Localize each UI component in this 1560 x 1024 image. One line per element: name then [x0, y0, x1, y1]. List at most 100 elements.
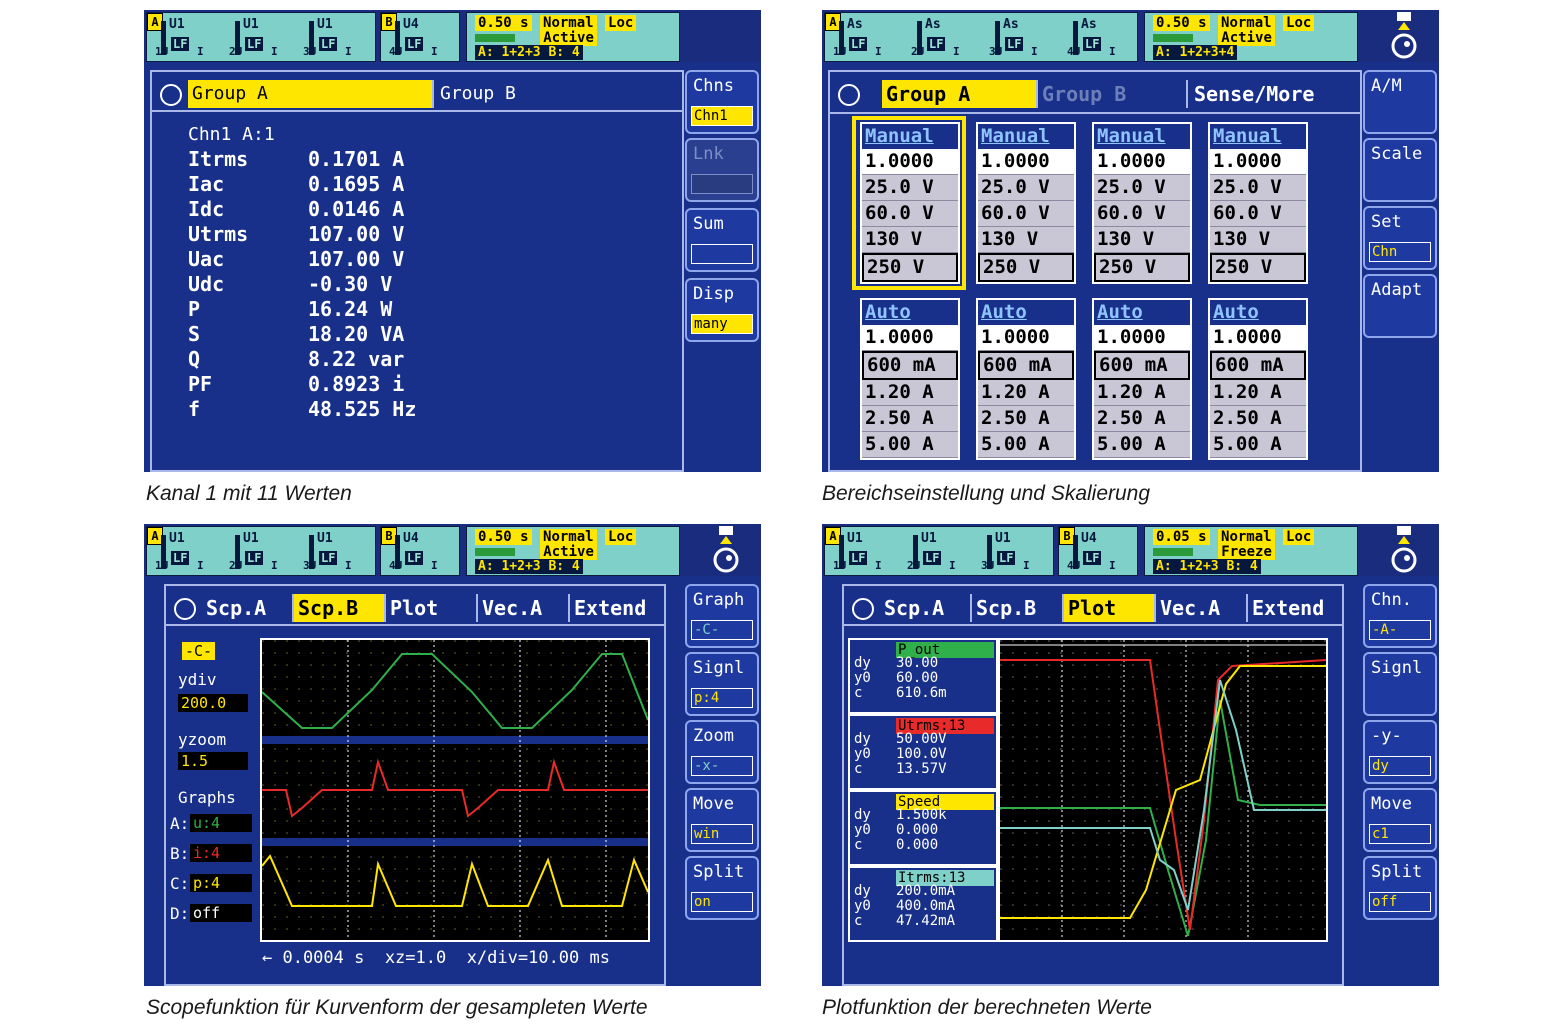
group-a-status: A As LF 1U I As LF 2U I As LF 3U I As LF 4U I [824, 12, 1138, 62]
tab-group-a[interactable]: Group A [882, 80, 1038, 108]
current-range-column[interactable]: Auto 1.0000 600 mA 1.20 A 2.50 A 5.00 A [860, 298, 960, 460]
graph-a-label: A: [170, 814, 190, 833]
chns-softkey[interactable]: Chns Chn1 [685, 70, 759, 134]
split-softkey[interactable]: Split on [685, 856, 759, 920]
tab-scp-b[interactable]: Scp.B [972, 594, 1064, 622]
tab-sense-more[interactable]: Sense/More [1190, 80, 1358, 108]
value-row: Utrms 107.00 V [188, 222, 405, 246]
channel-status: As LF 4U I [1067, 17, 1116, 58]
move-softkey[interactable]: Move win [685, 788, 759, 852]
chn-softkey[interactable]: Chn. -A- [1363, 584, 1437, 648]
tab-group-b[interactable]: Group B [436, 80, 680, 108]
panel-plot: A U1 LF 1U I U1 LF 2U I U1 LF 3U I B U4 LF 4U I 0.05… [822, 524, 1439, 986]
panel-range-settings: A As LF 1U I As LF 2U I As LF 3U I As LF 4U I 0.50 s… [822, 10, 1439, 472]
series-info[interactable]: P_out dy y0 c 30.00 60.00 610.6m [848, 638, 998, 714]
value-row: PF 0.8923 i [188, 372, 405, 396]
main-area: Scp.A Scp.B Plot Vec.A Extend -C- ydiv 2… [164, 584, 666, 986]
move-softkey[interactable]: Move c1 [1363, 788, 1437, 852]
sum-softkey[interactable]: Sum [685, 208, 759, 272]
caption-2: Bereichseinstellung und Skalierung [822, 482, 1151, 505]
graph-c-label: C: [170, 874, 190, 893]
channel-status: U1 LF 3U I [981, 531, 1030, 572]
channel-header: Chn1 A:1 [188, 124, 275, 145]
value-row: Q 8.22 var [188, 347, 405, 371]
channel-status: U4 LF 4U I [389, 17, 438, 58]
caption-1: Kanal 1 mit 11 Werten [146, 482, 352, 505]
graph-a-signal[interactable]: u:4 [190, 814, 252, 832]
lnk-softkey[interactable]: Lnk [685, 138, 759, 202]
disp-softkey[interactable]: Disp many [685, 278, 759, 342]
channel-status: U4 LF 4U I [1067, 531, 1116, 572]
tab-plot[interactable]: Plot [386, 594, 478, 622]
channel-status: U1 LF 3U I [303, 531, 352, 572]
channel-status: U1 LF 2U I [907, 531, 956, 572]
am-softkey[interactable]: A/M [1363, 70, 1437, 134]
channel-status: U1 LF 1U I [833, 531, 882, 572]
channel-status: U4 LF 4U I [389, 531, 438, 572]
y-softkey[interactable]: -y-dy [1363, 720, 1437, 784]
plot-display[interactable] [998, 638, 1328, 942]
tab-scp-a[interactable]: Scp.A [202, 594, 294, 622]
voltage-range-column[interactable]: Manual 1.0000 25.0 V 60.0 V 130 V 250 V [860, 122, 960, 284]
tab-vec-a[interactable]: Vec.A [1156, 594, 1248, 622]
channel-status: U1 LF 1U I [155, 531, 204, 572]
graph-b-label: B: [170, 844, 190, 863]
plot-legend: P_out dy y0 c 30.00 60.00 610.6m Utrms:13 dy… [848, 638, 998, 942]
tab-scp-a[interactable]: Scp.A [880, 594, 972, 622]
ydiv-label: ydiv [178, 670, 217, 689]
measurement-info: 0.50 s Normal Loc Active A: 1+2+3+4 [1144, 12, 1358, 62]
scope-display[interactable] [260, 638, 650, 942]
series-info[interactable]: Itrms:13 dy y0 c 200.0mA 400.0mA 47.42mA [848, 866, 998, 942]
channel-status: As LF 3U I [989, 17, 1038, 58]
split-softkey[interactable]: Split off [1363, 856, 1437, 920]
measurement-info: 0.05 s Normal Loc Freeze A: 1+2+3 B: 4 [1144, 526, 1358, 576]
knob-icon [1391, 12, 1417, 59]
value-row: Itrms 0.1701 A [188, 147, 405, 171]
current-range-column[interactable]: Auto 1.0000 600 mA 1.20 A 2.50 A 5.00 A [1092, 298, 1192, 460]
softkeys: Chns Chn1 Lnk Sum Disp many [685, 70, 759, 470]
measurement-info: 0.50 s Normal Loc Active A: 1+2+3 B: 4 [466, 12, 680, 62]
status-bar: A As LF 1U I As LF 2U I As LF 3U I As LF 4U I 0.50 s… [822, 10, 1439, 62]
tab-extend[interactable]: Extend [570, 594, 662, 622]
current-range-column[interactable]: Auto 1.0000 600 mA 1.20 A 2.50 A 5.00 A [1208, 298, 1308, 460]
knob-icon [1391, 526, 1417, 573]
rotary-icon [174, 598, 196, 620]
measurement-info: 0.50 s Normal Loc Active A: 1+2+3 B: 4 [466, 526, 680, 576]
graph-b-signal[interactable]: i:4 [190, 844, 252, 862]
tab-group-a[interactable]: Group A [188, 80, 434, 108]
channel-status: U1 LF 2U I [229, 17, 278, 58]
value-row: f 48.525 Hz [188, 397, 417, 421]
tab-vec-a[interactable]: Vec.A [478, 594, 570, 622]
tab-scp-b[interactable]: Scp.B [294, 594, 386, 622]
graph-softkey[interactable]: Graph -C- [685, 584, 759, 648]
signl-softkey[interactable]: Signl p:4 [685, 652, 759, 716]
voltage-range-column[interactable]: Manual 1.0000 25.0 V 60.0 V 130 V 250 V [976, 122, 1076, 284]
tab-extend[interactable]: Extend [1248, 594, 1340, 622]
value-row: Udc -0.30 V [188, 272, 393, 296]
rotary-icon [160, 84, 182, 106]
scale-softkey[interactable]: Scale [1363, 138, 1437, 202]
panel-channel-values: A U1 LF 1U I U1 LF 2U I U1 LF 3U I B U4 LF 4U I 0.50… [144, 10, 761, 472]
tab-group-b[interactable]: Group B [1038, 80, 1188, 108]
ydiv-value[interactable]: 200.0 [178, 694, 248, 712]
yzoom-value[interactable]: 1.5 [178, 752, 248, 770]
value-row: Uac 107.00 V [188, 247, 405, 271]
tab-plot[interactable]: Plot [1064, 594, 1156, 622]
set-softkey[interactable]: Set Chn [1363, 206, 1437, 270]
signl-softkey[interactable]: Signl [1363, 652, 1437, 716]
caption-3: Scopefunktion für Kurvenform der gesampl… [146, 996, 648, 1019]
graph-selector[interactable]: -C- [182, 642, 216, 660]
voltage-range-column[interactable]: Manual 1.0000 25.0 V 60.0 V 130 V 250 V [1208, 122, 1308, 284]
current-range-column[interactable]: Auto 1.0000 600 mA 1.20 A 2.50 A 5.00 A [976, 298, 1076, 460]
status-bar: A U1 LF 1U I U1 LF 2U I U1 LF 3U I B U4 LF 4U I 0.50… [144, 10, 761, 62]
graphs-label: Graphs [178, 788, 236, 807]
series-info[interactable]: Speed dy y0 c 1.500k 0.000 0.000 [848, 790, 998, 866]
rotary-icon [838, 84, 860, 106]
series-info[interactable]: Utrms:13 dy y0 c 50.00V 100.0V 13.57V [848, 714, 998, 790]
adapt-softkey[interactable]: Adapt [1363, 274, 1437, 338]
zoom-softkey[interactable]: Zoom -x- [685, 720, 759, 784]
graph-d-signal[interactable]: off [190, 904, 252, 922]
graph-c-signal[interactable]: p:4 [190, 874, 252, 892]
main-area: Scp.A Scp.B Plot Vec.A Extend P_out dy y0… [842, 584, 1344, 986]
voltage-range-column[interactable]: Manual 1.0000 25.0 V 60.0 V 130 V 250 V [1092, 122, 1192, 284]
